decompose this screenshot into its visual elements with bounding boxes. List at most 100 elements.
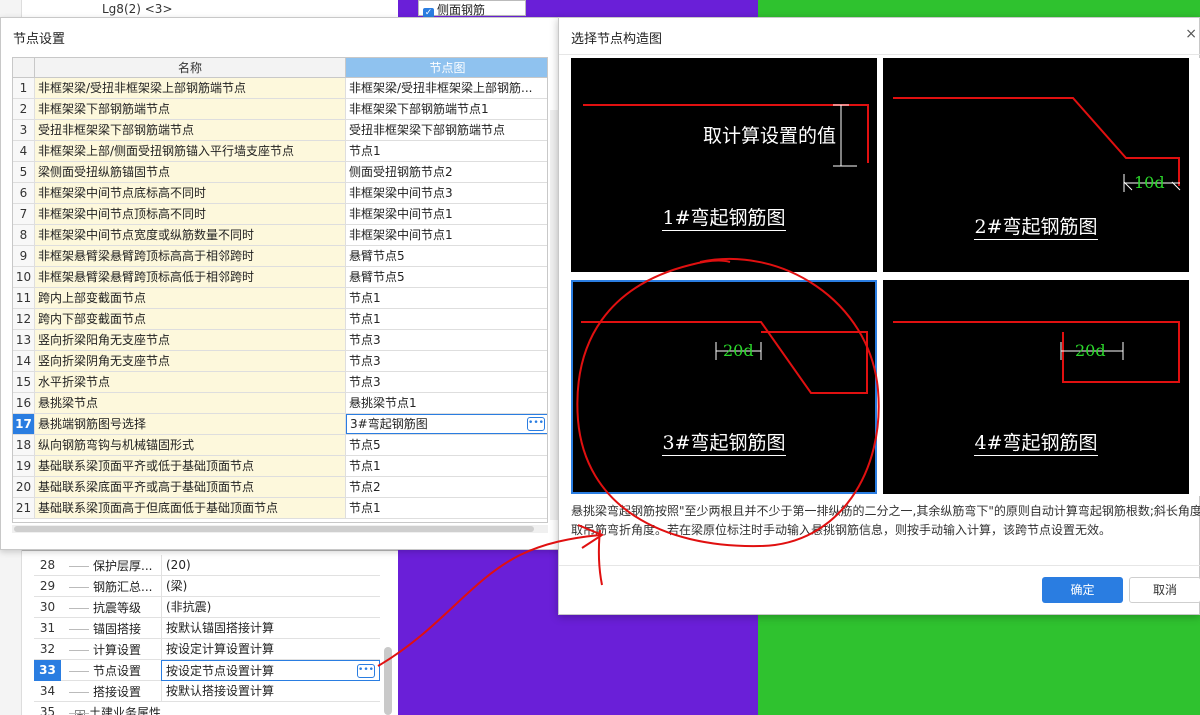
property-row[interactable]: 30 抗震等级 (非抗震) [34, 596, 380, 618]
row-node-value[interactable]: 悬臂节点5 [346, 267, 547, 287]
property-name: 抗震等级 [61, 599, 161, 616]
table-row[interactable]: 3 受扭非框架梁下部钢筋端节点 受扭非框架梁下部钢筋端节点 [13, 120, 547, 141]
table-horizontal-scrollbar[interactable] [12, 525, 548, 533]
table-row[interactable]: 7 非框架梁中间节点顶标高不同时 非框架梁中间节点1 [13, 204, 547, 225]
property-value[interactable]: 按默认锚固搭接计算 [161, 617, 380, 639]
figure-option-4[interactable]: 20d 4#弯起钢筋图 [883, 280, 1189, 494]
property-value-text: 按设定节点设置计算 [166, 663, 275, 678]
table-row[interactable]: 9 非框架悬臂梁悬臂跨顶标高高于相邻跨时 悬臂节点5 [13, 246, 547, 267]
table-row[interactable]: 5 梁侧面受扭纵筋锚固节点 侧面受扭钢筋节点2 [13, 162, 547, 183]
row-node-value[interactable]: 节点1 [346, 498, 547, 518]
row-number: 13 [13, 330, 35, 350]
property-name: 钢筋汇总... [61, 578, 161, 595]
row-node-value[interactable]: 节点2 [346, 477, 547, 497]
row-node-value[interactable]: 非框架梁中间节点1 [346, 204, 547, 224]
property-value[interactable]: 按设定计算设置计算 [161, 638, 380, 660]
table-row[interactable]: 10 非框架悬臂梁悬臂跨顶标高低于相邻跨时 悬臂节点5 [13, 267, 547, 288]
table-row[interactable]: 12 跨内下部变截面节点 节点1 [13, 309, 547, 330]
row-node-value[interactable]: 节点1 [346, 456, 547, 476]
property-row[interactable]: 28 保护层厚... (20) [34, 554, 380, 576]
row-number: 15 [13, 372, 35, 392]
row-number: 11 [13, 288, 35, 308]
figure-caption-text: 2#弯起钢筋图 [974, 216, 1098, 240]
row-node-value[interactable]: 悬臂节点5 [346, 246, 547, 266]
row-name: 非框架梁中间节点顶标高不同时 [35, 204, 346, 224]
side-rebar-checkbox[interactable]: ✓ 侧面钢筋 [418, 0, 526, 19]
table-row[interactable]: 18 纵向钢筋弯钩与机械锚固形式 节点5 [13, 435, 547, 456]
property-value[interactable]: (20) [161, 554, 380, 576]
table-row[interactable]: 1 非框架梁/受扭非框架梁上部钢筋端节点 非框架梁/受扭非框架梁上部钢筋... [13, 78, 547, 99]
row-node-value[interactable]: 节点1 [346, 309, 547, 329]
row-number: 17 [13, 414, 35, 434]
figure-option-2[interactable]: 10d 2#弯起钢筋图 [883, 58, 1189, 272]
table-row[interactable]: 8 非框架梁中间节点宽度或纵筋数量不同时 非框架梁中间节点1 [13, 225, 547, 246]
row-node-value[interactable]: 侧面受扭钢筋节点2 [346, 162, 547, 182]
row-node-value[interactable]: 节点3 [346, 372, 547, 392]
property-row[interactable]: 29 钢筋汇总... (梁) [34, 575, 380, 597]
component-tree-fragment: Lg8(2) <3> [22, 0, 398, 18]
ok-button[interactable]: 确定 [1042, 577, 1123, 603]
row-node-value[interactable]: 节点1 [346, 141, 547, 161]
expand-plus-icon[interactable]: + [75, 709, 85, 715]
row-node-value[interactable]: 非框架梁中间节点1 [346, 225, 547, 245]
property-row-node-settings[interactable]: 33 节点设置 按设定节点设置计算 ••• [34, 659, 380, 681]
table-row[interactable]: 11 跨内上部变截面节点 节点1 [13, 288, 547, 309]
row-node-value[interactable]: 节点5 [346, 435, 547, 455]
row-node-value[interactable]: 节点3 [346, 351, 547, 371]
row-node-value[interactable]: 3#弯起钢筋图 ••• [346, 414, 547, 434]
figure-caption: 3#弯起钢筋图 [571, 428, 877, 456]
property-row[interactable]: 35 + 土建业务属性 [34, 702, 380, 715]
table-row[interactable]: 13 竖向折梁阳角无支座节点 节点3 [13, 330, 547, 351]
property-value[interactable]: (非抗震) [161, 596, 380, 618]
table-row-selected[interactable]: 17 悬挑端钢筋图号选择 3#弯起钢筋图 ••• [13, 414, 547, 435]
row-number: 4 [13, 141, 35, 161]
property-group-label: 土建业务属性 [89, 705, 162, 715]
property-row[interactable]: 31 锚固搭接 按默认锚固搭接计算 [34, 617, 380, 639]
scrollbar-thumb[interactable] [14, 526, 534, 532]
row-name: 水平折梁节点 [35, 372, 346, 392]
property-name: 节点设置 [61, 662, 161, 679]
row-node-value[interactable]: 非框架梁中间节点3 [346, 183, 547, 203]
table-row[interactable]: 15 水平折梁节点 节点3 [13, 372, 547, 393]
property-name: 计算设置 [61, 641, 161, 658]
row-name: 基础联系梁顶面高于但底面低于基础顶面节点 [35, 498, 346, 518]
table-row[interactable]: 4 非框架梁上部/侧面受扭钢筋锚入平行墙支座节点 节点1 [13, 141, 547, 162]
row-name: 梁侧面受扭纵筋锚固节点 [35, 162, 346, 182]
close-icon[interactable]: × [1185, 26, 1197, 42]
row-name: 悬挑梁节点 [35, 393, 346, 413]
row-node-value[interactable]: 悬挑梁节点1 [346, 393, 547, 413]
property-row[interactable]: 34 搭接设置 按默认搭接设置计算 [34, 680, 380, 702]
property-value[interactable]: (梁) [161, 575, 380, 597]
row-node-value[interactable]: 节点1 [346, 288, 547, 308]
property-name: 保护层厚... [61, 557, 161, 574]
row-node-value[interactable]: 非框架梁/受扭非框架梁上部钢筋... [346, 78, 547, 98]
figure-option-1[interactable]: 取计算设置的值 1#弯起钢筋图 [571, 58, 877, 272]
ellipsis-icon[interactable]: ••• [527, 417, 545, 431]
row-number: 14 [13, 351, 35, 371]
property-value[interactable]: 按默认搭接设置计算 [161, 680, 380, 702]
cancel-button[interactable]: 取消 [1129, 577, 1200, 603]
table-row[interactable]: 2 非框架梁下部钢筋端节点 非框架梁下部钢筋端节点1 [13, 99, 547, 120]
table-row[interactable]: 21 基础联系梁顶面高于但底面低于基础顶面节点 节点1 [13, 498, 547, 519]
property-panel: 28 保护层厚... (20) 29 钢筋汇总... (梁) 30 抗震等级 (… [22, 550, 398, 715]
row-node-value[interactable]: 节点3 [346, 330, 547, 350]
property-name: 锚固搭接 [61, 620, 161, 637]
ellipsis-icon[interactable]: ••• [357, 663, 375, 678]
row-number: 19 [13, 456, 35, 476]
choose-node-figure-dialog: 选择节点构造图 × 取计算设置的值 1#弯起钢筋图 10d 2#弯起钢筋图 20… [558, 17, 1200, 615]
property-panel-scrollbar[interactable] [384, 647, 392, 715]
table-row[interactable]: 19 基础联系梁顶面平齐或低于基础顶面节点 节点1 [13, 456, 547, 477]
table-row[interactable]: 16 悬挑梁节点 悬挑梁节点1 [13, 393, 547, 414]
figure-option-3[interactable]: 20d 3#弯起钢筋图 [571, 280, 877, 494]
row-name: 跨内上部变截面节点 [35, 288, 346, 308]
table-row[interactable]: 6 非框架梁中间节点底标高不同时 非框架梁中间节点3 [13, 183, 547, 204]
property-row[interactable]: 32 计算设置 按设定计算设置计算 [34, 638, 380, 660]
table-row[interactable]: 20 基础联系梁底面平齐或高于基础顶面节点 节点2 [13, 477, 547, 498]
tree-item-label[interactable]: Lg8(2) <3> [102, 2, 173, 16]
row-node-value[interactable]: 非框架梁下部钢筋端节点1 [346, 99, 547, 119]
dialog-title: 节点设置 [13, 32, 66, 47]
property-value[interactable]: 按设定节点设置计算 ••• [161, 659, 380, 681]
table-row[interactable]: 14 竖向折梁阴角无支座节点 节点3 [13, 351, 547, 372]
row-name: 非框架梁中间节点宽度或纵筋数量不同时 [35, 225, 346, 245]
row-node-value[interactable]: 受扭非框架梁下部钢筋端节点 [346, 120, 547, 140]
